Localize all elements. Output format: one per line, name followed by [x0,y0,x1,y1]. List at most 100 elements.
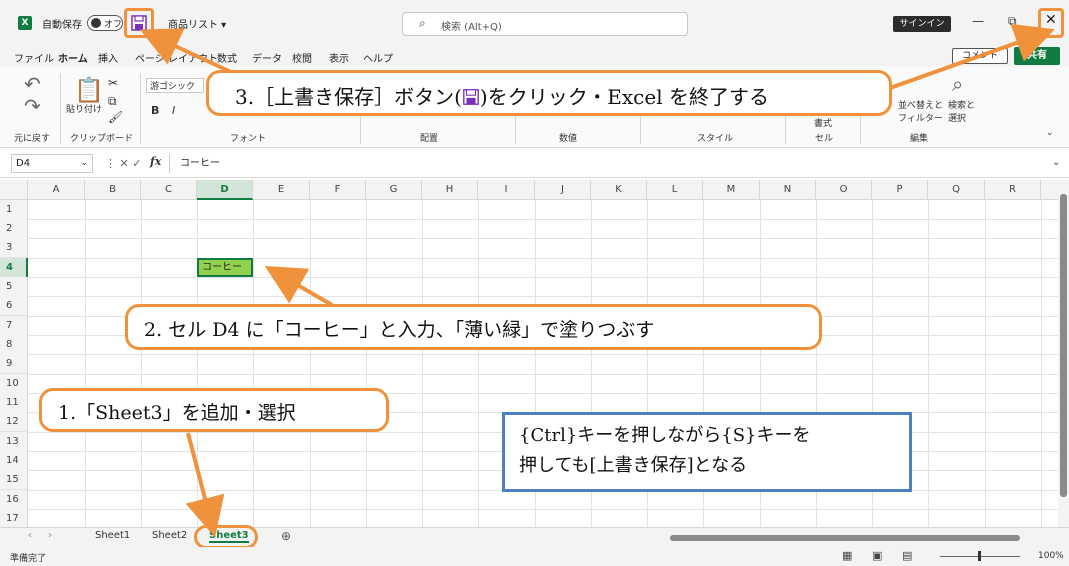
signin-button[interactable]: サインイン [893,16,951,32]
column-header-l[interactable]: L [647,180,703,200]
grid-line [28,258,1058,259]
search-box[interactable]: ⌕ 検索 (Alt+Q) [402,12,688,36]
column-header-d[interactable]: D [197,180,253,200]
page-break-view-icon[interactable]: ▤ [902,549,912,562]
callout-step-3: 3.［上書き保存］ボタン()をクリック・Excel を終了する [206,70,892,116]
grid-line [28,509,1058,510]
cells-group-label: セル [815,134,834,144]
column-header-c[interactable]: C [141,180,197,200]
share-button[interactable]: 共有 [1014,47,1060,65]
column-header-h[interactable]: H [422,180,478,200]
font-name-select[interactable]: 游ゴシック [146,78,204,93]
paste-icon[interactable]: 📋 [74,76,104,104]
column-header-n[interactable]: N [760,180,816,200]
row-header-15[interactable]: 15 [0,470,28,490]
grid-line [28,296,1058,297]
column-header-i[interactable]: I [478,180,535,200]
zoom-level[interactable]: 100% [1038,551,1064,561]
next-sheet-icon[interactable]: › [48,530,52,541]
add-sheet-button[interactable]: ⊕ [281,529,291,543]
page-layout-view-icon[interactable]: ▣ [872,549,882,562]
shortcut-note: {Ctrl}キーを押しながら{S}キーを 押しても[上書き保存]となる [502,412,912,492]
grid-line [28,354,1058,355]
row-header-2[interactable]: 2 [0,219,28,239]
column-header-e[interactable]: E [253,180,310,200]
row-header-13[interactable]: 13 [0,432,28,452]
row-header-14[interactable]: 14 [0,451,28,471]
find-select-button[interactable]: 検索と 選択 [948,98,975,124]
tab-insert[interactable]: 挿入 [98,50,118,65]
sort-filter-button[interactable]: 並べ替えと フィルター [898,98,943,124]
column-header-next [1041,180,1058,200]
horizontal-scroll-thumb[interactable] [670,535,1020,541]
grid-line [141,200,142,527]
tab-file[interactable]: ファイル [14,50,54,65]
format-button[interactable]: 書式 [814,116,832,129]
zoom-slider-knob[interactable] [978,551,981,561]
select-all-corner[interactable] [0,180,28,200]
column-header-q[interactable]: Q [928,180,985,200]
row-header-1[interactable]: 1 [0,200,28,220]
grid-line [478,200,479,527]
row-header-16[interactable]: 16 [0,490,28,510]
bold-button[interactable]: B [151,104,159,117]
ribbon-collapse-icon[interactable]: ⌄ [1046,128,1054,138]
tab-data[interactable]: データ [252,50,282,65]
find-icon[interactable]: ⌕ [952,72,963,96]
row-header-12[interactable]: 12 [0,412,28,432]
column-header-g[interactable]: G [366,180,422,200]
formula-input[interactable]: コーヒー [169,154,1049,173]
tab-review[interactable]: 校閲 [292,50,312,65]
cell-d4[interactable]: コーヒー [197,258,253,277]
close-button[interactable]: ✕ [1045,12,1057,28]
sheet-tab-2[interactable]: Sheet2 [152,530,187,541]
expand-formula-icon[interactable]: ⌄ [1052,157,1060,168]
grid-line [422,200,423,527]
autosave-label: 自動保存 [42,20,82,31]
prev-sheet-icon[interactable]: ‹ [28,530,32,541]
column-header-k[interactable]: K [591,180,647,200]
shortcut-note-line-2: 押しても[上書き保存]となる [519,455,748,476]
format-painter-icon[interactable]: 🖌 [108,110,123,124]
column-header-m[interactable]: M [703,180,760,200]
row-header-8[interactable]: 8 [0,335,28,355]
vertical-scroll-thumb[interactable] [1060,194,1067,497]
row-header-9[interactable]: 9 [0,354,28,374]
comment-button[interactable]: コメント [952,48,1008,64]
tab-formulas[interactable]: 数式 [217,50,237,65]
row-header-3[interactable]: 3 [0,238,28,258]
redo-icon[interactable]: ↷ [24,94,41,118]
restore-button[interactable]: ⧉ [1008,14,1017,29]
row-header-4[interactable]: 4 [0,258,28,278]
copy-icon[interactable]: ⧉ [108,94,117,109]
insert-function-button[interactable]: fx [150,155,161,168]
tab-help[interactable]: ヘルプ [363,50,393,65]
tab-view[interactable]: 表示 [329,50,349,65]
column-header-f[interactable]: F [310,180,366,200]
column-header-a[interactable]: A [28,180,85,200]
row-header-17[interactable]: 17 [0,509,28,527]
autosave-toggle[interactable]: オフ [87,15,123,31]
cut-icon[interactable]: ✂ [108,76,118,90]
italic-button[interactable]: I [172,104,175,117]
column-header-p[interactable]: P [872,180,928,200]
column-header-j[interactable]: J [535,180,591,200]
file-name-dropdown[interactable]: 商品リスト ▾ [168,16,226,31]
column-header-o[interactable]: O [816,180,872,200]
column-header-b[interactable]: B [85,180,141,200]
name-box[interactable]: D4 ⌄ [11,154,93,173]
column-header-r[interactable]: R [985,180,1041,200]
normal-view-icon[interactable]: ▦ [842,549,852,562]
row-header-10[interactable]: 10 [0,374,28,394]
row-header-5[interactable]: 5 [0,277,28,297]
excel-logo-icon: X [18,16,32,30]
tab-page-layout[interactable]: ページ レイアウト [135,50,218,65]
status-text: 準備完了 [10,554,47,564]
row-header-6[interactable]: 6 [0,296,28,316]
minimize-button[interactable]: — [972,14,984,28]
undo-icon[interactable]: ↶ [24,72,41,96]
vertical-scrollbar[interactable] [1058,180,1069,527]
row-header-7[interactable]: 7 [0,316,28,336]
sheet-tab-1[interactable]: Sheet1 [95,530,130,541]
row-header-11[interactable]: 11 [0,393,28,413]
